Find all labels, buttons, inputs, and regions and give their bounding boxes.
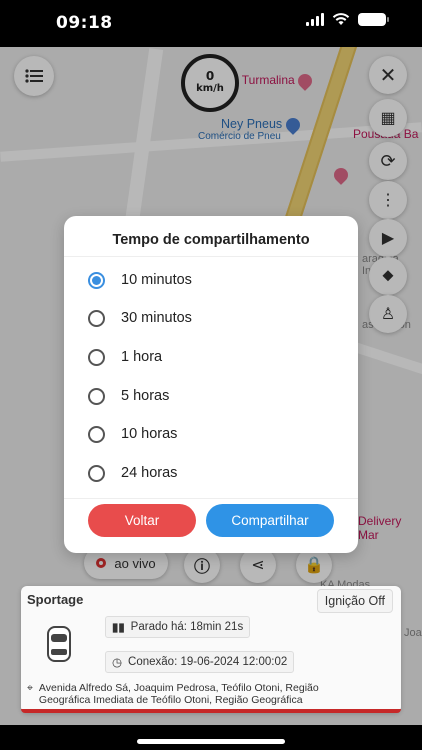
duration-option[interactable]: 1 hora xyxy=(88,344,162,370)
stopped-text: Parado há: 18min 21s xyxy=(130,621,244,633)
radio-button[interactable] xyxy=(88,387,105,405)
connection-text: Conexão: 19-06-2024 12:00:02 xyxy=(128,656,288,668)
radio-button[interactable] xyxy=(88,464,105,482)
car-icon xyxy=(47,626,71,662)
radio-button[interactable] xyxy=(88,271,105,289)
radio-button[interactable] xyxy=(88,425,105,443)
connection-status: ◷ Conexão: 19-06-2024 12:00:02 xyxy=(105,651,295,673)
radio-button[interactable] xyxy=(88,348,105,366)
bar-chart-icon: ▮▮ xyxy=(112,622,125,634)
share-duration-dialog: Tempo de compartilhamento 10 minutos 30 m… xyxy=(64,216,358,553)
clock-icon: ◷ xyxy=(112,657,123,669)
option-label: 5 horas xyxy=(121,388,170,404)
option-label: 1 hora xyxy=(121,349,163,365)
duration-option[interactable]: 24 horas xyxy=(88,460,177,486)
status-icons xyxy=(306,13,389,26)
location-pin-icon: ⌖ xyxy=(27,682,33,694)
duration-option[interactable]: 10 horas xyxy=(88,421,177,447)
vehicle-name: Sportage xyxy=(27,592,84,607)
home-indicator[interactable] xyxy=(137,739,285,744)
cellular-signal-icon xyxy=(306,13,324,26)
status-bar-red xyxy=(21,709,401,713)
option-label: 10 horas xyxy=(121,426,178,442)
dialog-title: Tempo de compartilhamento xyxy=(112,232,310,248)
duration-option[interactable]: 30 minutos xyxy=(88,305,192,331)
address: ⌖ Avenida Alfredo Sá, Joaquim Pedrosa, T… xyxy=(27,682,397,706)
back-button[interactable]: Voltar xyxy=(88,504,196,537)
ignition-badge: Ignição Off xyxy=(316,589,393,613)
home-indicator-area xyxy=(0,725,422,750)
share-confirm-button[interactable]: Compartilhar xyxy=(206,504,334,537)
address-line-1: Avenida Alfredo Sá, Joaquim Pedrosa, Teó… xyxy=(38,682,319,694)
battery-icon xyxy=(358,13,389,26)
divider xyxy=(64,498,358,499)
duration-option[interactable]: 5 horas xyxy=(88,383,169,409)
wifi-icon xyxy=(332,13,350,25)
duration-option[interactable]: 10 minutos xyxy=(88,267,192,293)
address-line-2: Geográfica Imediata de Teófilo Otoni, Re… xyxy=(38,694,303,706)
status-bar: 09:18 xyxy=(0,0,422,47)
status-time: 09:18 xyxy=(56,13,113,33)
radio-button[interactable] xyxy=(88,309,105,327)
vehicle-card[interactable]: Sportage Ignição Off ▮▮ Parado há: 18min… xyxy=(21,586,401,713)
stopped-status: ▮▮ Parado há: 18min 21s xyxy=(105,616,251,638)
divider xyxy=(64,256,358,257)
option-label: 30 minutos xyxy=(121,310,192,326)
option-label: 10 minutos xyxy=(121,272,192,288)
option-label: 24 horas xyxy=(121,465,178,481)
